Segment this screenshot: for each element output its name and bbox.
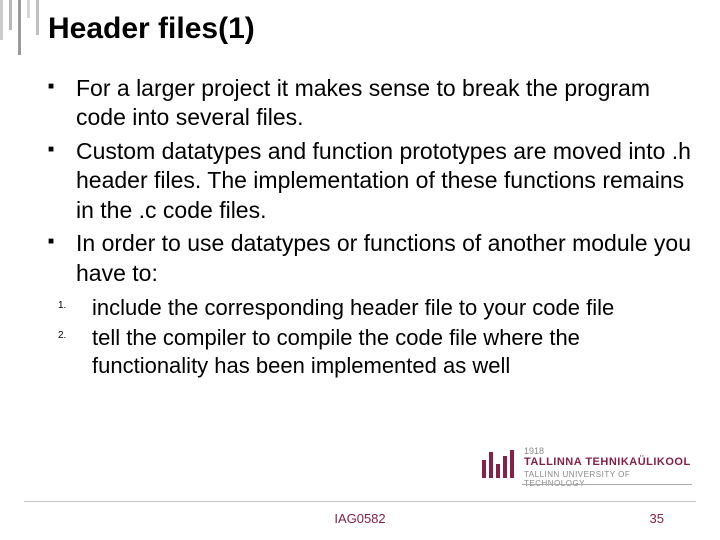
numbered-text: include the corresponding header file to… [92, 295, 614, 320]
slide-body: For a larger project it makes sense to b… [48, 74, 692, 383]
bullet-list: For a larger project it makes sense to b… [48, 74, 692, 288]
numbered-item: 2. tell the compiler to compile the code… [48, 324, 692, 380]
number-marker: 1. [58, 300, 66, 313]
footer-course-code: IAG0582 [0, 511, 720, 526]
logo-line1: TALLINNA TEHNIKAÜLIKOOL [524, 456, 691, 468]
decorative-bars [0, 0, 45, 42]
footer-slide-number: 35 [650, 511, 664, 526]
bullet-item: For a larger project it makes sense to b… [48, 74, 692, 133]
logo-bars-icon [482, 450, 517, 478]
slide: Header files(1) For a larger project it … [0, 0, 720, 540]
numbered-list: 1. include the corresponding header file… [48, 294, 692, 380]
number-marker: 2. [58, 330, 66, 343]
logo-year: 1918 [524, 446, 544, 456]
footer-divider [24, 501, 696, 502]
bullet-item: In order to use datatypes or functions o… [48, 229, 692, 288]
numbered-text: tell the compiler to compile the code fi… [92, 325, 580, 378]
university-logo: 1918 TALLINNA TEHNIKAÜLIKOOL TALLINN UNI… [482, 446, 692, 488]
slide-title: Header files(1) [48, 12, 255, 46]
bullet-item: Custom datatypes and function prototypes… [48, 137, 692, 225]
logo-underline [522, 484, 692, 485]
numbered-item: 1. include the corresponding header file… [48, 294, 692, 322]
logo-line2: TALLINN UNIVERSITY OF TECHNOLOGY [524, 470, 692, 488]
